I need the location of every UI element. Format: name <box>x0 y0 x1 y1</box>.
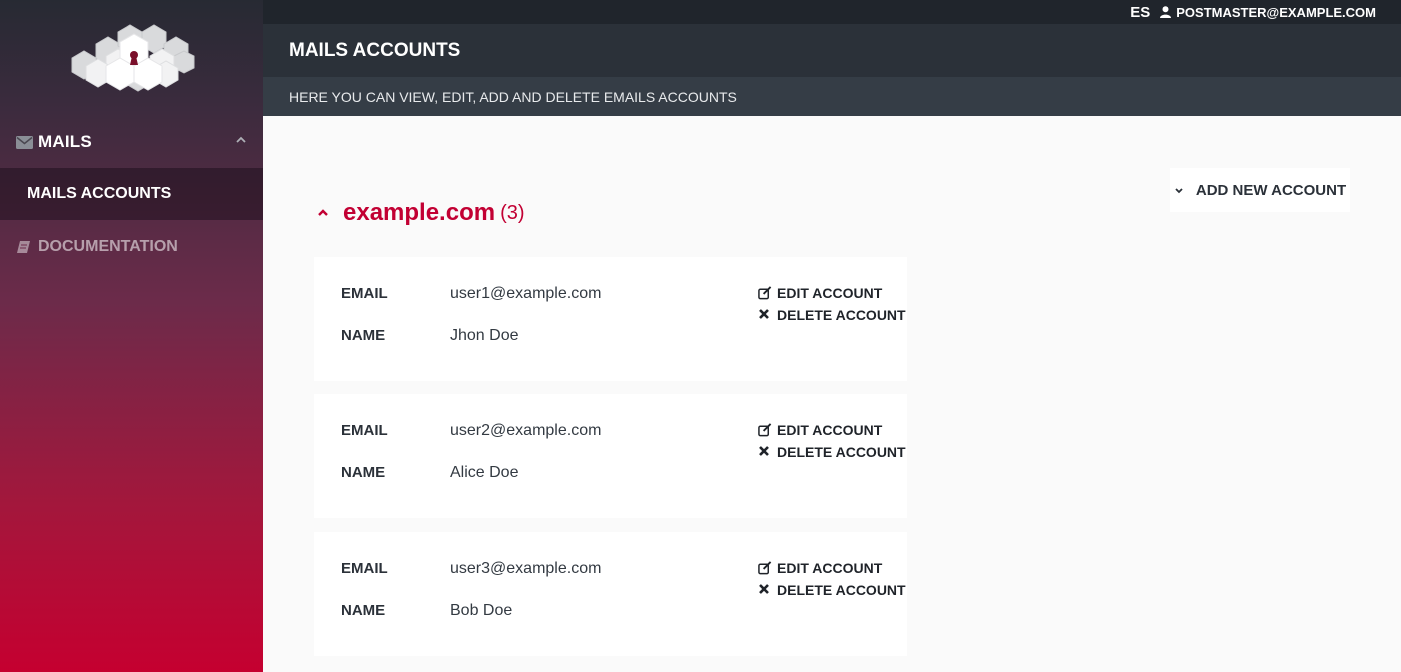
account-name: Jhon Doe <box>450 327 519 344</box>
sidebar-item-mails-accounts[interactable]: MAILS ACCOUNTS <box>0 168 263 220</box>
account-card: EMAIL user1@example.com NAME Jhon Doe ED… <box>314 257 907 381</box>
add-new-account-button[interactable]: ADD NEW ACCOUNT <box>1170 168 1350 212</box>
name-label: NAME <box>341 327 386 344</box>
edit-account-label: EDIT ACCOUNT <box>777 422 883 438</box>
delete-account-label: DELETE ACCOUNT <box>777 444 906 460</box>
collapse-caret-icon[interactable] <box>316 206 330 220</box>
close-icon <box>758 583 772 597</box>
domain-header: example.com (3) <box>316 196 525 230</box>
add-new-account-label: ADD NEW ACCOUNT <box>1195 181 1347 199</box>
email-label: EMAIL <box>341 422 388 439</box>
account-card: EMAIL user3@example.com NAME Bob Doe EDI… <box>314 532 907 656</box>
edit-icon <box>758 423 772 437</box>
account-email: user2@example.com <box>450 422 602 439</box>
user-icon <box>1160 6 1172 18</box>
page-title: MAILS ACCOUNTS <box>263 24 1401 77</box>
edit-icon <box>758 286 772 300</box>
edit-account-button[interactable]: EDIT ACCOUNT <box>758 285 882 301</box>
logo <box>66 22 198 94</box>
delete-account-button[interactable]: DELETE ACCOUNT <box>758 582 906 598</box>
close-icon <box>758 445 772 459</box>
delete-account-button[interactable]: DELETE ACCOUNT <box>758 444 906 460</box>
delete-account-label: DELETE ACCOUNT <box>777 582 906 598</box>
domain-account-count: (3) <box>500 201 525 224</box>
account-name: Bob Doe <box>450 602 513 619</box>
sidebar-item-mails[interactable]: MAILS <box>0 116 263 168</box>
delete-account-button[interactable]: DELETE ACCOUNT <box>758 307 906 323</box>
sidebar-item-label: MAILS ACCOUNTS <box>27 185 172 202</box>
sidebar-item-label: MAILS <box>38 132 92 151</box>
email-label: EMAIL <box>341 560 388 577</box>
page-subtitle: HERE YOU CAN VIEW, EDIT, ADD AND DELETE … <box>263 77 1401 116</box>
account-email: user3@example.com <box>450 560 602 577</box>
language-switch[interactable]: ES <box>1130 4 1150 21</box>
sidebar-item-documentation[interactable]: DOCUMENTATION <box>0 221 263 273</box>
domain-name: example.com <box>343 199 496 226</box>
edit-account-label: EDIT ACCOUNT <box>777 285 883 301</box>
edit-account-label: EDIT ACCOUNT <box>777 560 883 576</box>
name-label: NAME <box>341 464 386 481</box>
account-email: user1@example.com <box>450 285 602 302</box>
user-email[interactable]: POSTMASTER@EXAMPLE.COM <box>1176 5 1376 20</box>
name-label: NAME <box>341 602 386 619</box>
book-icon <box>16 239 33 256</box>
account-card: EMAIL user2@example.com NAME Alice Doe E… <box>314 394 907 518</box>
email-label: EMAIL <box>341 285 388 302</box>
envelope-icon <box>16 134 33 151</box>
edit-account-button[interactable]: EDIT ACCOUNT <box>758 422 882 438</box>
chevron-down-icon <box>1174 185 1184 195</box>
chevron-up-icon[interactable] <box>235 131 247 143</box>
top-bar: ES POSTMASTER@EXAMPLE.COM <box>263 0 1401 24</box>
delete-account-label: DELETE ACCOUNT <box>777 307 906 323</box>
sidebar-item-label: DOCUMENTATION <box>38 238 178 255</box>
edit-icon <box>758 561 772 575</box>
sidebar: MAILS MAILS ACCOUNTS DOCUMENTATION <box>0 0 263 672</box>
edit-account-button[interactable]: EDIT ACCOUNT <box>758 560 882 576</box>
account-name: Alice Doe <box>450 464 519 481</box>
close-icon <box>758 308 772 322</box>
